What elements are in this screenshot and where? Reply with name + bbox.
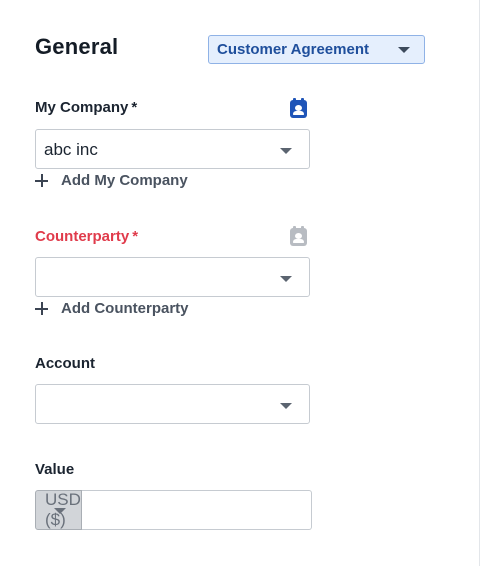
plus-icon: [35, 174, 48, 187]
chevron-down-icon: [398, 47, 410, 53]
required-mark: *: [132, 228, 139, 245]
my-company-select[interactable]: abc inc: [35, 129, 310, 169]
add-my-company-link[interactable]: Add My Company: [35, 172, 188, 189]
add-my-company-label: Add My Company: [61, 172, 188, 189]
section-title: General: [35, 34, 119, 59]
my-company-value: abc inc: [44, 140, 98, 159]
contact-card-icon: [290, 226, 307, 246]
value-input-group: USD ($): [35, 490, 312, 530]
counterparty-label-text: Counterparty: [35, 228, 130, 245]
chevron-down-icon: [280, 276, 292, 282]
add-counterparty-link[interactable]: Add Counterparty: [35, 300, 189, 317]
agreement-type-label: Customer Agreement: [217, 41, 369, 58]
value-label: Value: [35, 461, 75, 478]
required-mark: *: [131, 99, 138, 116]
chevron-down-icon: [53, 508, 66, 514]
add-counterparty-label: Add Counterparty: [61, 300, 189, 317]
my-company-label-text: My Company: [35, 99, 129, 116]
contact-card-icon[interactable]: [290, 98, 307, 118]
agreement-type-dropdown[interactable]: Customer Agreement: [208, 35, 425, 64]
counterparty-select[interactable]: [35, 257, 310, 297]
chevron-down-icon: [280, 403, 292, 409]
counterparty-label: Counterparty *: [35, 228, 138, 245]
my-company-label: My Company *: [35, 99, 137, 116]
plus-icon: [35, 302, 48, 315]
chevron-down-icon: [280, 148, 292, 154]
currency-select[interactable]: USD ($): [35, 490, 82, 530]
account-label: Account: [35, 355, 95, 372]
account-select[interactable]: [35, 384, 310, 424]
amount-input[interactable]: [81, 490, 312, 530]
